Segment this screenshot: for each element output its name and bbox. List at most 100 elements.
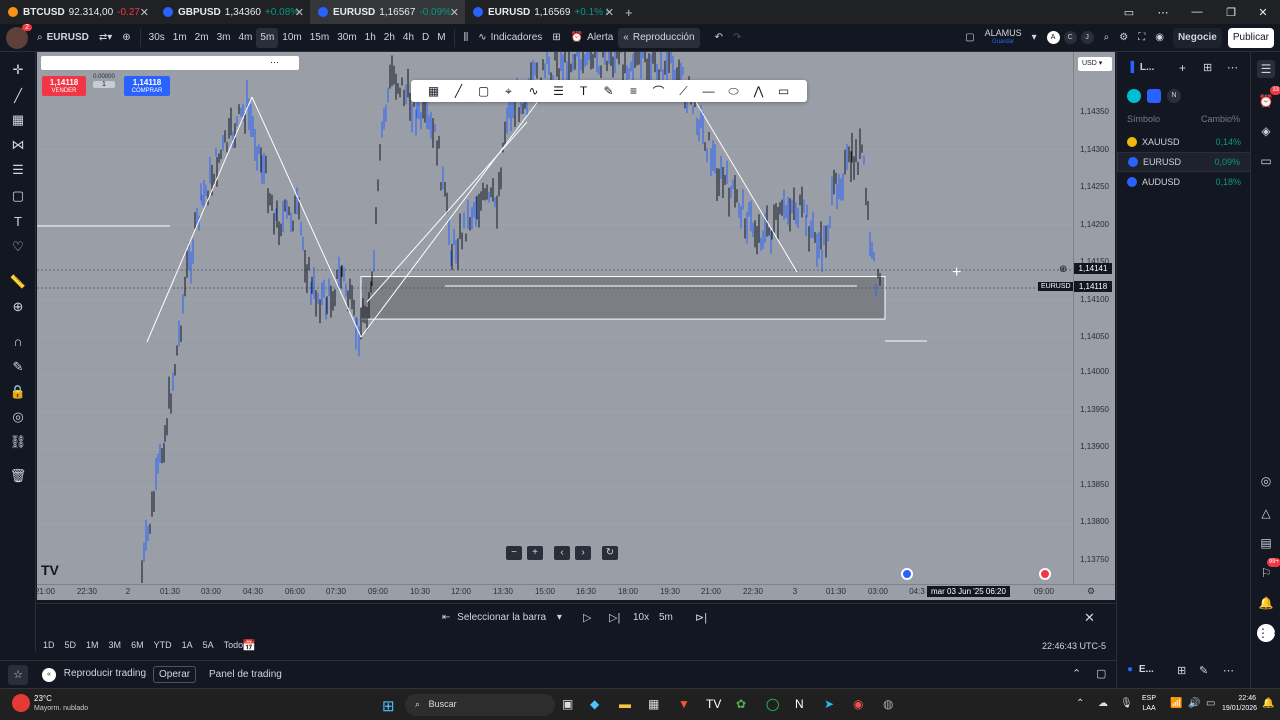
more-icon[interactable]: ⋯ — [1227, 61, 1238, 74]
cast-icon[interactable]: ▭ — [1112, 0, 1146, 24]
details-tab[interactable]: ● E... — [1127, 664, 1154, 675]
interval-m[interactable]: M — [433, 24, 449, 52]
weather-desc[interactable]: Mayorm. nublado — [34, 705, 88, 712]
brave-icon[interactable]: ▼ — [678, 697, 690, 711]
event-marker-icon[interactable] — [901, 568, 913, 580]
wave-icon[interactable]: ∿ — [521, 84, 546, 98]
chat-icon[interactable]: ▭ — [1257, 152, 1275, 170]
chart-area[interactable]: ⋯ 1,14118 VENDER 0.00000 1 1,14118 COMPR… — [37, 52, 1073, 584]
range-3m[interactable]: 3M — [109, 640, 122, 650]
interval-d[interactable]: D — [418, 24, 433, 52]
pattern-icon[interactable]: ⋈ — [8, 135, 28, 155]
ruler-icon[interactable]: 📏 — [8, 272, 28, 292]
fib-icon[interactable]: ▦ — [8, 110, 28, 130]
interval-5m[interactable]: 5m — [256, 27, 279, 48]
trendline-icon[interactable]: ╱ — [8, 86, 28, 106]
table-icon[interactable]: ⊞ — [1203, 61, 1212, 74]
interval-4h[interactable]: 4h — [399, 24, 418, 52]
letter-c-badge[interactable]: C — [1063, 31, 1077, 44]
zoom-out-button[interactable]: − — [506, 546, 522, 560]
crosshair-icon[interactable]: ✛ — [8, 60, 28, 80]
publish-button[interactable]: Publicar — [1227, 27, 1274, 48]
redo-icon[interactable]: ↷ — [728, 24, 746, 52]
watchlist-icon[interactable]: ☰ — [1257, 60, 1275, 78]
alerts-icon[interactable]: ⏰ 33 — [1257, 86, 1280, 110]
taskbar-search[interactable]: ⌕ Buscar — [405, 694, 555, 716]
price-axis[interactable]: USD ▾ 1,14350 1,14300 1,14250 1,14200 1,1415… — [1073, 52, 1115, 584]
replay-trading-tab[interactable]: « Reproducir trading — [42, 668, 146, 682]
ideas-icon[interactable]: △ — [1257, 504, 1275, 522]
language-indicator[interactable]: ESP LAA — [1142, 694, 1156, 714]
more-icon[interactable]: ⋯ — [1223, 664, 1234, 677]
close-icon[interactable]: ✕ — [140, 6, 149, 19]
forecast-icon[interactable]: ☰ — [8, 160, 28, 180]
grid-icon[interactable]: ⊞ — [1177, 664, 1186, 677]
alert-button[interactable]: ⏰ Alerta — [566, 24, 619, 52]
price-chart-svg[interactable] — [37, 52, 1073, 584]
indicators-button[interactable]: ∿ Indicadores — [473, 24, 547, 52]
browser-tab-active[interactable]: EURUSD 1,16567 -0.09% ✕ — [310, 0, 465, 24]
zoom-in-icon[interactable]: ⊕ — [8, 297, 28, 317]
interval-4m[interactable]: 4m — [234, 24, 256, 52]
watchlist-row[interactable]: AUDUSD 0,18% — [1117, 172, 1251, 192]
layout-grid-icon[interactable]: ⊞ — [547, 24, 565, 52]
camera-icon[interactable]: ◉ — [1150, 24, 1169, 52]
telegram-icon[interactable]: ➤ — [824, 697, 834, 711]
weather-icon[interactable] — [12, 694, 30, 712]
letter-j-badge[interactable]: J — [1080, 31, 1094, 44]
star-icon[interactable]: ☆ — [8, 665, 28, 685]
whatsapp-icon[interactable]: ◯ — [766, 697, 779, 711]
letter-a-badge[interactable]: A — [1046, 31, 1060, 44]
sell-button[interactable]: 1,14118 VENDER — [42, 76, 86, 96]
close-icon[interactable]: ✕ — [450, 6, 459, 19]
avatar[interactable]: 2 — [6, 23, 32, 49]
chevron-down-icon[interactable]: ▾ — [1027, 24, 1042, 52]
calendar-icon[interactable]: ▤ — [1257, 534, 1275, 552]
apps-icon[interactable]: ⋮⋮ — [1257, 624, 1280, 642]
range-1d[interactable]: 1D — [43, 640, 55, 650]
browser-tab[interactable]: GBPUSD 1,34360 +0.08% ✕ — [155, 0, 310, 24]
replay-interval-selector[interactable]: 5m — [659, 612, 673, 623]
undo-icon[interactable]: ↶ — [710, 24, 728, 52]
maximize-icon[interactable]: ❐ — [1214, 0, 1248, 24]
interval-2h[interactable]: 2h — [380, 24, 399, 52]
wifi-icon[interactable]: 📶 — [1170, 698, 1182, 709]
search-icon[interactable]: ⌕ — [1099, 24, 1115, 52]
mic-icon[interactable]: 🎙 — [1120, 698, 1133, 709]
list-flag-icon[interactable] — [1127, 89, 1141, 103]
order-panel-header[interactable]: ⋯ — [41, 56, 299, 70]
interval-15m[interactable]: 15m — [306, 24, 333, 52]
text-icon[interactable]: T — [571, 84, 596, 98]
layout-name[interactable]: ALAMUS Guardar — [980, 24, 1027, 52]
hotlist-icon[interactable]: ⚐ 99+ — [1257, 558, 1280, 582]
interval-3m[interactable]: 3m — [213, 24, 235, 52]
layout-box-icon[interactable]: ▢ — [960, 24, 979, 52]
col-change-header[interactable]: Cambio% — [1201, 114, 1240, 124]
window-close-icon[interactable]: ✕ — [1246, 0, 1280, 24]
grid-icon[interactable]: ▦ — [421, 84, 446, 98]
interval-30s[interactable]: 30s — [145, 24, 169, 52]
channel-icon[interactable]: ☰ — [546, 84, 571, 98]
utc-clock[interactable]: 22:46:43 UTC-5 — [1042, 641, 1106, 651]
more-icon[interactable]: ⋯ — [1146, 0, 1180, 24]
link-icon[interactable]: ⛓ — [8, 432, 28, 452]
close-icon[interactable]: ✕ — [295, 6, 304, 19]
time-axis[interactable]: 21:00 22:30 2 01:30 03:00 04:30 06:00 07:30 09:0… — [35, 584, 1115, 600]
interval-2m[interactable]: 2m — [191, 24, 213, 52]
magnet-icon[interactable]: ∩ — [8, 332, 28, 352]
notion-icon[interactable]: N — [795, 697, 804, 711]
tray-chevron-icon[interactable]: ⌃ — [1076, 698, 1084, 709]
layers-icon[interactable]: ◈ — [1257, 122, 1275, 140]
shapes-icon[interactable]: ▢ — [8, 186, 28, 206]
app2-icon[interactable]: ◍ — [883, 697, 893, 711]
callout-icon[interactable]: ▭ — [771, 84, 796, 98]
zigzag-icon[interactable]: ⋀ — [746, 84, 771, 98]
edit-icon[interactable]: ✎ — [1199, 664, 1208, 677]
range-1m[interactable]: 1M — [86, 640, 99, 650]
qty-box[interactable]: 0.00000 1 — [89, 74, 119, 89]
battery-icon[interactable]: ▭ — [1206, 698, 1215, 709]
range-5a[interactable]: 5A — [203, 640, 214, 650]
speed-selector[interactable]: 10x — [633, 612, 649, 623]
parallel-icon[interactable]: ≡ — [621, 84, 646, 98]
watchlist-row[interactable]: XAUUSD 0,14% — [1117, 132, 1251, 152]
